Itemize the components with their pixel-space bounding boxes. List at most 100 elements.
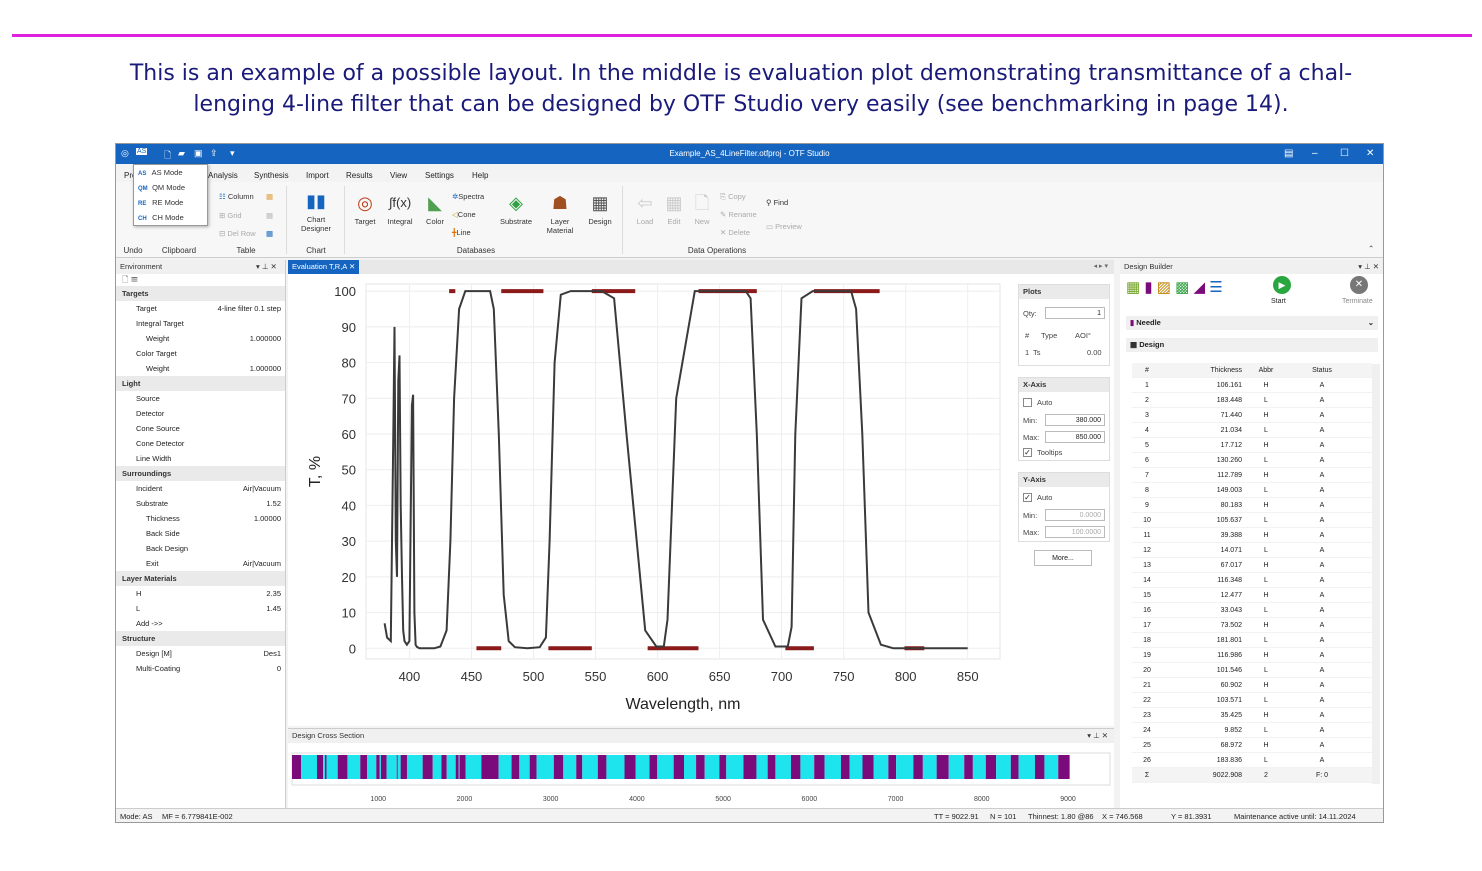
table-row[interactable]: 4 21.034 L A [1132, 423, 1372, 438]
chevron-down-icon[interactable]: ⌄ [1368, 316, 1374, 330]
collapse-ribbon-icon[interactable]: ⌃ [1368, 244, 1374, 253]
more-button[interactable]: More... [1034, 550, 1092, 566]
brush-icon[interactable]: ◢ [1194, 279, 1206, 296]
qty-field[interactable]: 1 [1045, 307, 1105, 319]
table-row[interactable]: 16 33.043 L A [1132, 603, 1372, 618]
x-max-field[interactable]: 850.000 [1045, 431, 1105, 443]
menu-import[interactable]: Import [306, 171, 329, 180]
needle-selector[interactable]: ▮ Needle ⌄ [1126, 316, 1378, 330]
close-icon[interactable]: ✕ [1366, 148, 1374, 159]
row-aoi[interactable]: 0.00 [1087, 348, 1102, 357]
x-min-field[interactable]: 380.000 [1045, 414, 1105, 426]
table-row[interactable]: 15 12.477 H A [1132, 588, 1372, 603]
table-row[interactable]: 20 101.546 L A [1132, 663, 1372, 678]
property-row[interactable]: Cone Source [116, 421, 285, 436]
property-row[interactable]: Substrate 1.52 [116, 496, 285, 511]
preview-button[interactable]: ▭ Preview [766, 222, 802, 231]
panel-pin-icon[interactable]: ▾ ⊥ ✕ [1087, 729, 1108, 743]
menu-synthesis[interactable]: Synthesis [254, 171, 289, 180]
property-row[interactable]: Back Side [116, 526, 285, 541]
property-row[interactable]: Source [116, 391, 285, 406]
load-button[interactable]: ⇦ Load [630, 192, 660, 226]
spectra-button[interactable]: ✲Spectra [452, 192, 484, 201]
property-row[interactable]: Weight 1.000000 [116, 331, 285, 346]
panel-pin-icon[interactable]: ▾ ⊥ ✕ [1358, 260, 1379, 274]
integral-button[interactable]: ∫f(x) Integral [384, 192, 416, 226]
property-row[interactable]: Exit Air|Vacuum [116, 556, 285, 571]
substrate-button[interactable]: ◈ Substrate [498, 192, 534, 226]
edit-button[interactable]: ▦ Edit [660, 192, 688, 226]
menu-view[interactable]: View [390, 171, 407, 180]
mode-as[interactable]: AS AS Mode [134, 165, 207, 180]
row-type[interactable]: Ts [1033, 348, 1041, 357]
grid-icon[interactable]: ▦ [266, 192, 273, 201]
property-row[interactable]: L 1.45 [116, 601, 285, 616]
table-row[interactable]: 6 130.260 L A [1132, 453, 1372, 468]
find-button[interactable]: ⚲ Find [766, 198, 788, 207]
rename-button[interactable]: ✎ Rename [720, 210, 757, 219]
property-row[interactable]: Thickness 1.00000 [116, 511, 285, 526]
table-row[interactable]: 18 181.801 L A [1132, 633, 1372, 648]
start-icon[interactable]: ▶ [1273, 276, 1291, 294]
design-button[interactable]: ▦ Design [584, 192, 616, 226]
color-button[interactable]: ◣ Color [420, 192, 450, 226]
mode-ch[interactable]: CH CH Mode [134, 210, 207, 225]
maximize-icon[interactable]: ☐ [1340, 148, 1349, 159]
menu-settings[interactable]: Settings [425, 171, 454, 180]
table-row[interactable]: 25 68.972 H A [1132, 738, 1372, 753]
property-row[interactable]: Line Width [116, 451, 285, 466]
minimize-icon[interactable]: – [1312, 148, 1318, 159]
table-row[interactable]: 2 183.448 L A [1132, 393, 1372, 408]
property-row[interactable]: Color Target [116, 346, 285, 361]
tab-nav-icon[interactable]: ◂ ▸ ▾ [1094, 262, 1108, 270]
table-row[interactable]: 3 71.440 H A [1132, 408, 1372, 423]
table-row[interactable]: 21 60.902 H A [1132, 678, 1372, 693]
table-row[interactable]: 13 67.017 H A [1132, 558, 1372, 573]
table-row[interactable]: 1 106.161 H A [1132, 378, 1372, 393]
merge-icon[interactable]: ▩ [1175, 279, 1189, 296]
table-row[interactable]: 9 80.183 H A [1132, 498, 1372, 513]
mode-re[interactable]: RE RE Mode [134, 195, 207, 210]
cone-button[interactable]: ◁Cone [452, 210, 476, 219]
property-row[interactable]: Detector [116, 406, 285, 421]
table-row[interactable]: 19 116.986 H A [1132, 648, 1372, 663]
copy-button[interactable]: ⎘ Copy [720, 192, 746, 202]
property-row[interactable]: Incident Air|Vacuum [116, 481, 285, 496]
new-button[interactable]: 🗋 New [688, 192, 716, 226]
chart-designer-button[interactable]: ▮▮ Chart Designer [294, 190, 338, 233]
pin-icon[interactable]: ▾ ⊥ ✕ [256, 260, 277, 274]
y-auto-checkbox[interactable]: ✓ [1023, 493, 1032, 502]
table-row[interactable]: 24 9.852 L A [1132, 723, 1372, 738]
table-row[interactable]: 26 183.836 L A [1132, 753, 1372, 768]
table-row[interactable]: 7 112.789 H A [1132, 468, 1372, 483]
table-scrollbar[interactable] [1372, 364, 1380, 784]
settings-sliders-icon[interactable]: ☰ [1209, 279, 1222, 296]
table-row[interactable]: 10 105.637 L A [1132, 513, 1372, 528]
property-row[interactable]: Weight 1.000000 [116, 361, 285, 376]
table-row[interactable]: 8 149.003 L A [1132, 483, 1372, 498]
table-row[interactable]: 23 35.425 H A [1132, 708, 1372, 723]
y-max-field[interactable]: 100.0000 [1045, 526, 1105, 538]
property-row[interactable]: Cone Detector [116, 436, 285, 451]
line-button[interactable]: ╋Line [452, 228, 471, 237]
x-auto-checkbox[interactable] [1023, 398, 1032, 407]
mode-qm[interactable]: QM QM Mode [134, 180, 207, 195]
property-row[interactable]: Design [M] Des1 [116, 646, 285, 661]
tab-evaluation[interactable]: Evaluation T,R,A ✕ [288, 260, 360, 274]
delete-button[interactable]: ✕ Delete [720, 228, 750, 237]
del-row-button[interactable]: ⊟ Del Row [219, 229, 256, 238]
table-row[interactable]: 5 17.712 H A [1132, 438, 1372, 453]
table-row[interactable]: 12 14.071 L A [1132, 543, 1372, 558]
grid-icon-3[interactable]: ▦ [266, 229, 273, 238]
design-grid-icon[interactable]: ▦ [1126, 279, 1140, 296]
terminate-icon[interactable]: ✕ [1350, 276, 1368, 294]
table-row[interactable]: 11 39.388 H A [1132, 528, 1372, 543]
restore-layout-icon[interactable]: ▤ [1284, 148, 1293, 159]
table-row[interactable]: 17 73.502 H A [1132, 618, 1372, 633]
menu-results[interactable]: Results [346, 171, 373, 180]
tooltips-checkbox[interactable]: ✓ [1023, 448, 1032, 457]
menu-help[interactable]: Help [472, 171, 488, 180]
property-row[interactable]: Multi-Coating 0 [116, 661, 285, 676]
target-button[interactable]: ◎ Target [350, 192, 380, 226]
grid-button[interactable]: ⊞ Grid [219, 211, 242, 220]
